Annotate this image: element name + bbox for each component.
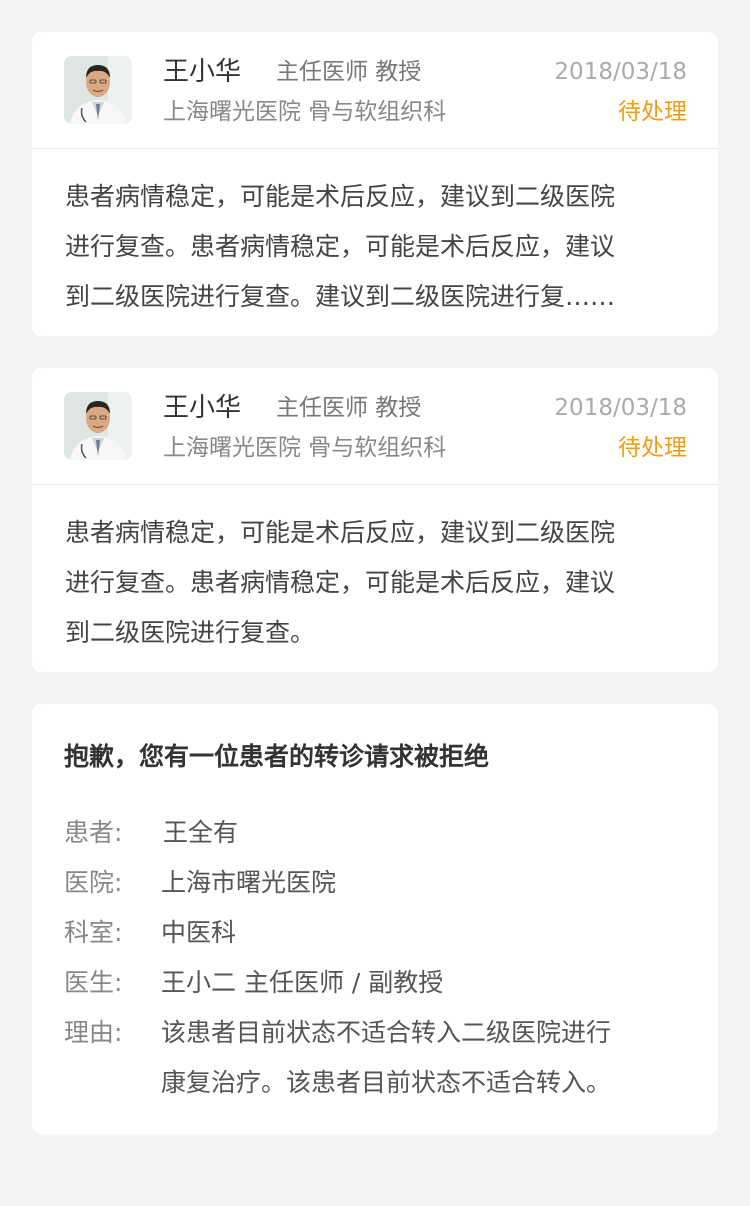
referral-card[interactable]: 王小华 主任医师 教授 2018/03/18 上海曙光医院 骨与软组织科 待处理… <box>32 32 718 336</box>
card-message: 患者病情稳定，可能是术后反应，建议到二级医院 进行复查。患者病情稳定，可能是术后… <box>65 508 687 658</box>
rejection-title: 抱歉，您有一位患者的转诊请求被拒绝 <box>64 742 490 771</box>
rejection-card[interactable]: 抱歉，您有一位患者的转诊请求被拒绝 患者: 王全有 医院: 上海市曙光医院 科室… <box>32 704 718 1134</box>
card-message: 患者病情稳定，可能是术后反应，建议到二级医院 进行复查。患者病情稳定，可能是术后… <box>65 172 687 322</box>
doctor-hospital: 上海曙光医院 骨与软组织科 <box>163 99 447 125</box>
status-badge: 待处理 <box>618 99 687 125</box>
doctor-title: 主任医师 教授 <box>276 395 422 421</box>
doctor-avatar <box>64 392 132 460</box>
card-header: 王小华 主任医师 教授 2018/03/18 上海曙光医院 骨与软组织科 待处理 <box>32 32 718 149</box>
referral-card[interactable]: 王小华 主任医师 教授 2018/03/18 上海曙光医院 骨与软组织科 待处理… <box>32 368 718 672</box>
message-line: 进行复查。患者病情稳定，可能是术后反应，建议 <box>65 232 616 261</box>
doctor-title: 主任医师 教授 <box>276 59 422 85</box>
referral-date: 2018/03/18 <box>554 59 687 85</box>
message-line: 患者病情稳定，可能是术后反应，建议到二级医院 <box>65 518 616 547</box>
doctor-hospital: 上海曙光医院 骨与软组织科 <box>163 435 447 461</box>
reason-label: 理由: <box>64 1018 123 1047</box>
doctor-avatar <box>64 56 132 124</box>
message-line: 进行复查。患者病情稳定，可能是术后反应，建议 <box>65 568 616 597</box>
message-line: 到二级医院进行复查。 <box>65 618 316 647</box>
reason-value: 该患者目前状态不适合转入二级医院进行 康复治疗。该患者目前状态不适合转入。 <box>161 1008 611 1108</box>
status-badge: 待处理 <box>618 435 687 461</box>
doctor-name: 王小华 <box>163 57 242 87</box>
card-header: 王小华 主任医师 教授 2018/03/18 上海曙光医院 骨与软组织科 待处理 <box>32 368 718 485</box>
reason-line: 康复治疗。该患者目前状态不适合转入。 <box>161 1068 612 1097</box>
patient-value: 王全有 <box>163 818 239 847</box>
doctor-value: 王小二 主任医师 / 副教授 <box>161 968 444 997</box>
patient-label: 患者: <box>64 818 123 847</box>
department-label: 科室: <box>64 918 123 947</box>
referral-date: 2018/03/18 <box>554 395 687 421</box>
doctor-name: 王小华 <box>163 393 242 423</box>
hospital-label: 医院: <box>64 868 123 897</box>
message-line: 到二级医院进行复查。建议到二级医院进行复…… <box>65 282 616 311</box>
hospital-value: 上海市曙光医院 <box>161 868 337 897</box>
doctor-label: 医生: <box>64 968 123 997</box>
reason-line: 该患者目前状态不适合转入二级医院进行 <box>161 1018 612 1047</box>
message-line: 患者病情稳定，可能是术后反应，建议到二级医院 <box>65 182 616 211</box>
department-value: 中医科 <box>161 918 237 947</box>
